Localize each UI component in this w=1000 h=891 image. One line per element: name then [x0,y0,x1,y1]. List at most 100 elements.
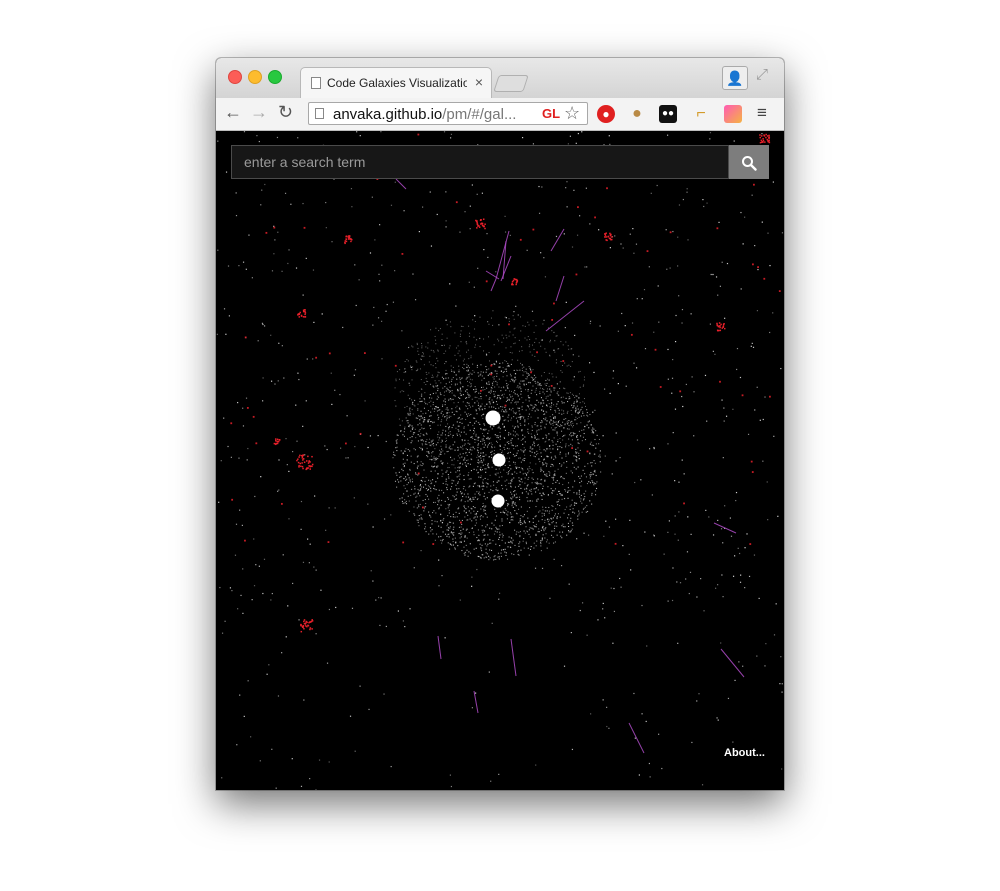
star-point [574,334,576,337]
galaxy-core-point [493,533,496,535]
star-point [242,568,244,570]
galaxy-shell-point [551,373,553,375]
galaxy-core-point [500,511,502,513]
galaxy-core-point [485,526,487,528]
galaxy-core-point [405,417,407,419]
search-button[interactable] [729,145,769,179]
galaxy-core-point [450,488,452,490]
star-point [653,331,655,333]
galaxy-core-point [513,369,515,371]
star-point [302,202,304,205]
red-cluster-point [516,280,519,282]
galaxy-core-point [595,447,597,449]
close-window-button[interactable] [228,70,242,84]
galaxy-core-point [554,416,556,418]
galaxy-core-point [441,376,443,378]
galaxy-core-point [437,500,439,502]
galaxy-core-point [425,441,427,443]
address-bar[interactable]: anvaka.github.io/pm/#/gal... GL ☆ [308,102,588,125]
star-point [401,330,403,332]
gl-extension-badge[interactable]: GL [542,106,560,121]
red-cluster-point [604,236,606,238]
galaxy-shell-point [407,394,409,396]
galaxy-shell-point [431,443,433,445]
galaxy-core-point [413,513,415,515]
galaxy-core-point [396,446,398,448]
galaxy-core-point [461,377,463,379]
galaxy-core-point [442,463,444,465]
galaxy-core-point [447,497,449,499]
star-point [438,585,440,587]
star-point [386,303,388,306]
galaxy-core-point [525,409,527,411]
galaxy-core-point [471,398,473,400]
star-point [588,362,591,364]
minimize-window-button[interactable] [248,70,262,84]
back-arrow-icon[interactable]: ← [224,102,242,123]
galaxy-core-point [472,446,474,448]
galaxy-core-point [508,457,511,459]
galaxy-core-point [476,366,478,368]
galaxy-core-point [517,426,519,428]
galaxy-core-point [471,449,473,451]
galaxy-core-point [481,375,483,377]
star-point [517,485,520,488]
galaxy-core-point [480,457,482,459]
star-point [681,395,683,398]
galaxy-core-point [528,529,530,531]
galaxy-shell-point [482,386,484,388]
galaxy-core-point [542,413,545,415]
star-point [772,312,774,314]
galaxy-core-point [521,467,524,470]
browser-tab[interactable]: Code Galaxies Visualization × [300,67,492,99]
galaxy-shell-point [398,418,400,420]
galaxy-core-point [577,442,579,444]
profile-icon[interactable]: 👤 [722,66,748,90]
search-input[interactable] [231,145,729,179]
star-point [686,191,688,193]
galaxy-shell-point [458,369,460,371]
galaxy-visualization[interactable]: About... [216,131,784,790]
bookmark-star-icon[interactable]: ☆ [564,103,580,124]
reload-icon[interactable]: ↻ [278,102,293,123]
forward-arrow-icon[interactable]: → [250,102,268,123]
galaxy-core-point [510,396,512,398]
menu-icon[interactable]: ≡ [757,103,767,123]
galaxy-core-point [557,504,559,506]
galaxy-core-point [480,556,482,559]
galaxy-shell-point [476,396,478,398]
galaxy-core-point [462,463,464,465]
galaxy-core-point [572,508,574,510]
new-tab-button[interactable] [493,75,529,92]
star-field-canvas[interactable] [216,131,784,790]
red-star-point [417,133,420,136]
galaxy-shell-point [467,439,469,441]
adblock-extension-icon[interactable]: ● [597,105,615,123]
galaxy-core-point [481,438,483,440]
galaxy-shell-point [549,339,551,341]
star-point [278,459,280,461]
galaxy-core-point [404,502,406,504]
galaxy-core-point [454,548,456,550]
galaxy-shell-point [430,400,432,402]
galaxy-core-point [437,384,439,387]
galaxy-core-point [577,412,579,414]
star-point [238,457,240,459]
cookie-extension-icon[interactable]: ● [628,105,646,123]
galaxy-core-point [510,468,512,470]
about-link[interactable]: About... [724,747,765,759]
ruler-extension-icon[interactable]: ⌐ [692,105,710,123]
galaxy-core-point [558,409,560,411]
glasses-extension-icon[interactable]: ●● [659,105,677,123]
galaxy-shell-point [510,419,512,421]
galaxy-core-point [536,433,538,435]
fullscreen-icon[interactable]: ⤢ [756,66,768,83]
galaxy-shell-point [571,393,573,395]
galaxy-core-point [451,459,453,461]
galaxy-core-point [512,496,514,498]
color-extension-icon[interactable] [724,105,742,123]
galaxy-core-point [517,425,519,427]
tab-close-icon[interactable]: × [475,74,483,90]
maximize-window-button[interactable] [268,70,282,84]
galaxy-core-point [550,419,552,421]
